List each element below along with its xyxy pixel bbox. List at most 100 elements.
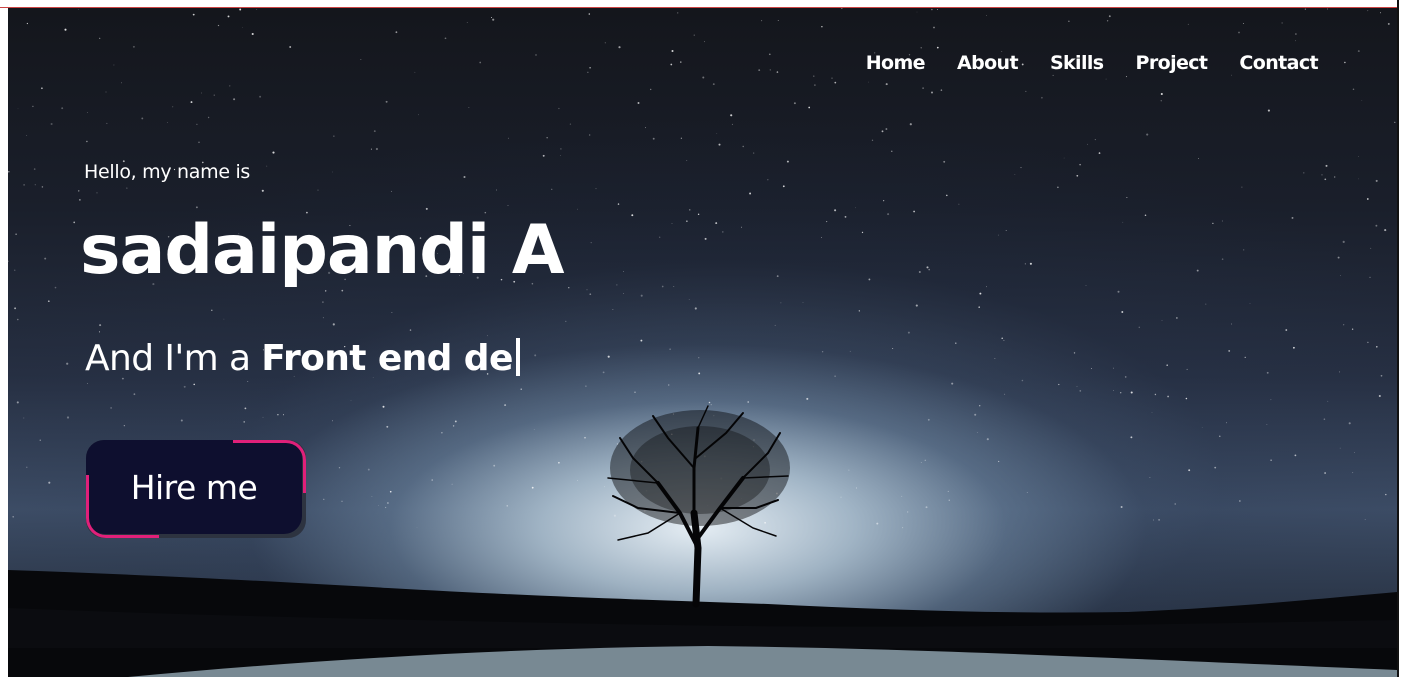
star [1270,459,1272,461]
star [1026,492,1028,493]
star [979,292,982,295]
star [1004,393,1006,395]
star [1085,285,1087,286]
star [588,13,591,15]
star [283,414,284,416]
star [1348,422,1351,425]
star [747,401,750,403]
star [1380,374,1383,377]
nav-contact-link[interactable]: Contact [1239,52,1318,74]
star [256,8,258,10]
star [1052,74,1054,76]
star [883,200,885,202]
star [1327,400,1329,402]
star [17,318,19,321]
star [96,192,98,194]
star [1294,454,1297,457]
star [979,405,981,407]
star [840,496,842,498]
star [1025,90,1027,92]
star [1098,152,1101,154]
star [247,381,249,382]
star [1281,22,1283,24]
star [1221,258,1224,260]
star [382,405,385,408]
star [861,231,864,234]
star [1375,224,1378,227]
star [17,108,19,110]
star [531,486,534,489]
star [289,46,292,48]
star [341,500,343,502]
star [776,275,779,278]
star [1340,275,1342,276]
star [769,69,771,71]
star [121,82,122,84]
star [604,42,606,44]
star [50,122,53,126]
star [753,152,755,154]
star [710,404,712,406]
star [589,134,591,136]
star [595,188,597,190]
star [1094,139,1096,141]
star [1267,109,1270,112]
star [808,106,811,109]
star [1130,436,1133,439]
star [858,310,860,312]
star [1295,33,1297,35]
nav-project-link[interactable]: Project [1136,52,1209,74]
star [560,148,562,150]
hire-button-accent-top-right [233,440,306,493]
star [367,468,370,471]
star [1068,20,1070,22]
role-prefix: And I'm a [85,338,262,379]
star [1167,395,1169,398]
star [688,299,690,300]
star [33,168,36,170]
star [1063,157,1065,159]
star [1285,329,1288,331]
star [64,28,67,31]
star [1304,8,1307,10]
nav-about-link[interactable]: About [957,52,1019,74]
star [671,223,673,224]
star [106,122,108,124]
star [731,123,733,125]
star [78,190,80,192]
star [1242,22,1245,25]
star [350,400,352,401]
star [943,160,946,163]
star [926,266,929,269]
star [947,490,949,492]
star [431,479,433,481]
nav-skills-link[interactable]: Skills [1050,52,1104,74]
star [616,284,618,286]
star [251,32,254,36]
star [551,188,553,190]
star [1021,379,1024,382]
star [1185,397,1188,400]
star [201,92,202,94]
star [1339,371,1341,373]
star [887,213,890,216]
star [16,401,19,404]
star [821,237,822,238]
star [1361,100,1363,101]
star [229,85,231,87]
star [927,418,930,421]
star [1266,371,1269,374]
star [1091,367,1092,369]
star [907,331,910,334]
star [634,391,636,393]
star [1120,392,1122,394]
star [915,304,918,307]
star [831,77,833,79]
star [1166,364,1168,367]
star [1228,349,1231,352]
star [841,8,843,9]
star [1144,214,1147,217]
star [986,15,987,16]
nav-home-link[interactable]: Home [866,52,926,74]
star [1120,506,1123,508]
